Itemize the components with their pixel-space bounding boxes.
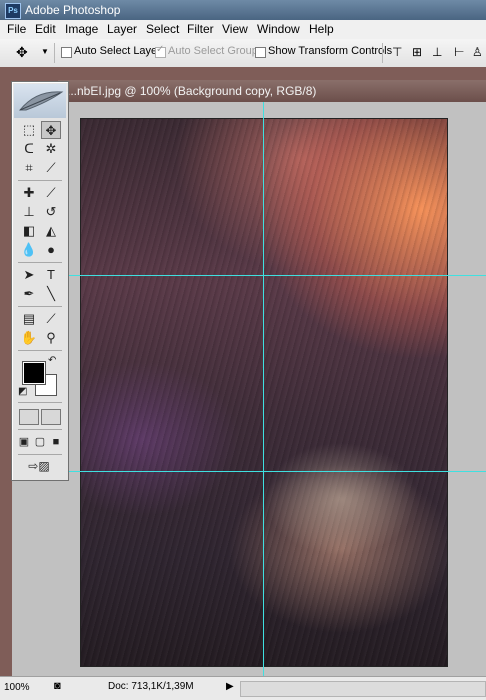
horizontal-scrollbar[interactable] <box>240 681 486 697</box>
separator <box>18 180 62 181</box>
path-selection-tool-icon[interactable]: ➤ <box>19 266 39 284</box>
magic-wand-tool-icon[interactable]: ✲ <box>41 140 61 158</box>
standard-screen-mode-icon[interactable]: ▣ <box>16 433 32 451</box>
menu-help[interactable]: Help <box>309 22 334 36</box>
separator <box>18 429 62 430</box>
zoom-level[interactable]: 100% <box>4 680 42 695</box>
healing-brush-tool-icon[interactable]: ✚ <box>19 184 39 202</box>
show-transform-controls-checkbox[interactable] <box>255 47 266 58</box>
align-vertical-centers-icon[interactable]: ⊞ <box>412 45 422 59</box>
document-size: Doc: 713,1K/1,39M <box>108 681 194 692</box>
guide-vertical-1[interactable] <box>263 102 264 676</box>
line-tool-icon[interactable]: ╲ <box>41 285 61 303</box>
options-bar: ✥ ▼ Auto Select Layer Auto Select Groups… <box>0 39 486 68</box>
quick-mask-mode-button[interactable] <box>41 409 61 425</box>
separator <box>18 262 62 263</box>
photoshop-logo-icon: Ps <box>5 3 21 19</box>
menu-layer[interactable]: Layer <box>107 22 137 36</box>
history-brush-tool-icon[interactable]: ↺ <box>41 203 61 221</box>
auto-select-groups-checkbox[interactable] <box>155 44 166 58</box>
document-title: ...nbEI.jpg @ 100% (Background copy, RGB… <box>67 84 317 98</box>
menu-bar: File Edit Image Layer Select Filter View… <box>0 20 486 40</box>
paint-bucket-tool-icon[interactable]: ◭ <box>41 222 61 240</box>
full-screen-menu-mode-icon[interactable]: ▢ <box>32 433 48 451</box>
menu-edit[interactable]: Edit <box>35 22 56 36</box>
separator <box>18 350 62 351</box>
clone-stamp-tool-icon[interactable]: ⊥ <box>19 203 39 221</box>
hand-tool-icon[interactable]: ✋ <box>19 329 39 347</box>
brush-tool-icon[interactable]: ⟋ <box>41 184 61 202</box>
status-bar: 100% ◙ Doc: 713,1K/1,39M ▶ <box>0 676 486 700</box>
align-horizontal-centers-icon[interactable]: ♙ <box>472 45 483 59</box>
foreground-color-swatch[interactable] <box>22 361 46 385</box>
separator <box>382 43 383 63</box>
lasso-tool-icon[interactable]: ᑕ <box>19 140 39 158</box>
auto-select-groups-label: Auto Select Groups <box>168 45 264 57</box>
chevron-down-icon[interactable]: ▼ <box>41 47 49 56</box>
guide-horizontal-1[interactable] <box>12 275 486 276</box>
menu-window[interactable]: Window <box>257 22 300 36</box>
tools-palette: ⬚ ✥ ᑕ ✲ ⌗ ⟋ ✚ ⟋ ⊥ ↺ ◧ ◭ 💧 ● ➤ T ✒ ╲ ▤ ⟋ … <box>11 81 69 481</box>
menu-file[interactable]: File <box>7 22 26 36</box>
status-menu-arrow-icon[interactable]: ▶ <box>226 681 234 692</box>
default-colors-icon[interactable]: ◩ <box>18 386 27 397</box>
app-title: Adobe Photoshop <box>25 3 121 17</box>
separator <box>18 454 62 455</box>
auto-select-layer-label: Auto Select Layer <box>74 45 161 57</box>
show-transform-controls-label: Show Transform Controls <box>268 45 393 57</box>
eyedropper-tool-icon[interactable]: ⟋ <box>41 310 61 328</box>
marquee-tool-icon[interactable]: ⬚ <box>19 121 39 139</box>
blur-tool-icon[interactable]: 💧 <box>19 241 39 259</box>
align-bottom-edges-icon[interactable]: ⊥ <box>432 45 442 59</box>
status-options-icon[interactable]: ◙ <box>54 680 61 692</box>
document-image[interactable] <box>80 118 448 667</box>
pen-tool-icon[interactable]: ✒ <box>19 285 39 303</box>
move-tool-icon[interactable]: ✥ <box>41 121 61 139</box>
menu-image[interactable]: Image <box>65 22 98 36</box>
align-top-edges-icon[interactable]: ⊤ <box>392 45 402 59</box>
align-left-edges-icon[interactable]: ⊢ <box>454 45 464 59</box>
image-subject <box>221 389 431 589</box>
slice-tool-icon[interactable]: ⟋ <box>41 159 61 177</box>
app-title-bar: Ps Adobe Photoshop <box>0 0 486 20</box>
notes-tool-icon[interactable]: ▤ <box>19 310 39 328</box>
document-title-bar[interactable]: ...nbEI.jpg @ 100% (Background copy, RGB… <box>58 80 486 102</box>
standard-mode-button[interactable] <box>19 409 39 425</box>
type-tool-icon[interactable]: T <box>41 266 61 284</box>
zoom-tool-icon[interactable]: ⚲ <box>41 329 61 347</box>
dodge-tool-icon[interactable]: ● <box>41 241 61 259</box>
separator <box>54 43 55 63</box>
feather-logo-icon <box>14 84 66 118</box>
menu-view[interactable]: View <box>222 22 248 36</box>
menu-select[interactable]: Select <box>146 22 179 36</box>
crop-tool-icon[interactable]: ⌗ <box>19 159 39 177</box>
jump-to-imageready-icon[interactable]: ⇨▨ <box>19 457 59 475</box>
eraser-tool-icon[interactable]: ◧ <box>19 222 39 240</box>
menu-filter[interactable]: Filter <box>187 22 214 36</box>
separator <box>18 306 62 307</box>
guide-horizontal-2[interactable] <box>12 471 486 472</box>
swap-colors-icon[interactable]: ↶ <box>48 355 56 366</box>
separator <box>18 402 62 403</box>
full-screen-mode-icon[interactable]: ■ <box>48 433 64 451</box>
auto-select-layer-checkbox[interactable] <box>61 47 72 58</box>
move-tool-preset-icon[interactable]: ✥ <box>16 44 28 61</box>
